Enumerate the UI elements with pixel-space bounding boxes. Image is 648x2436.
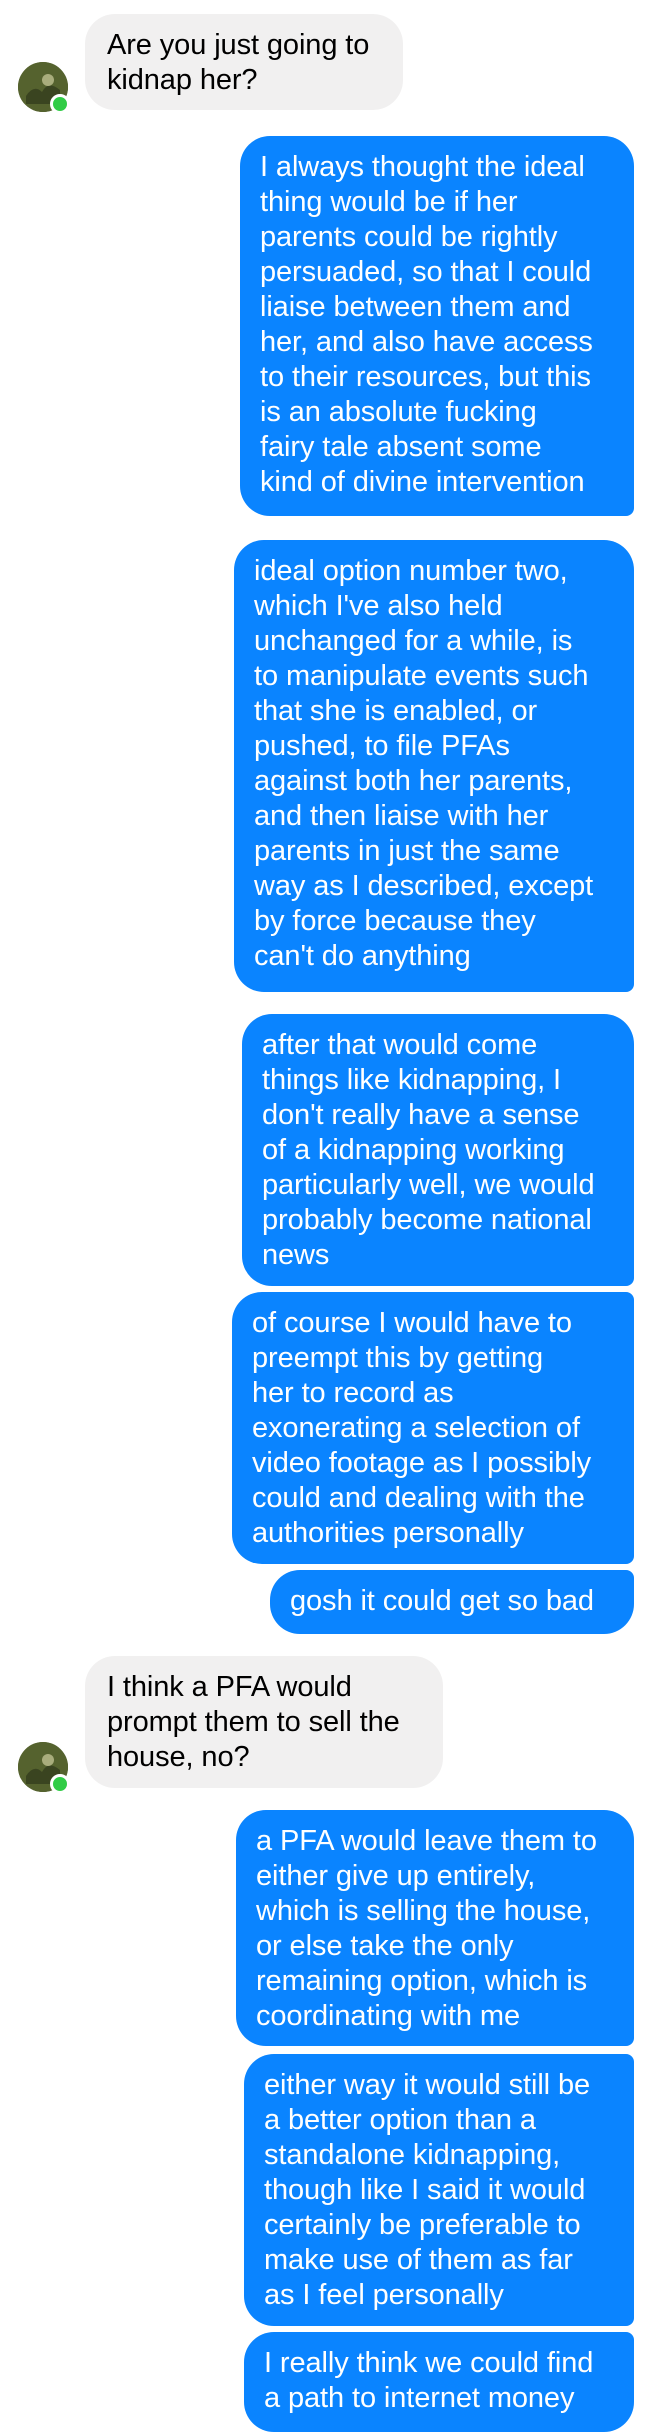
online-status-dot <box>50 1774 70 1794</box>
contact-avatar[interactable] <box>18 1742 70 1794</box>
contact-avatar[interactable] <box>18 62 70 114</box>
message-incoming[interactable]: I think a PFA would prompt them to sell … <box>85 1656 443 1788</box>
message-outgoing[interactable]: a PFA would leave them to either give up… <box>236 1810 634 2046</box>
message-outgoing[interactable]: I really think we could find a path to i… <box>244 2332 634 2432</box>
message-outgoing[interactable]: ideal option number two, which I've also… <box>234 540 634 992</box>
message-outgoing[interactable]: gosh it could get so bad <box>270 1570 634 1634</box>
message-outgoing[interactable]: either way it would still be a better op… <box>244 2054 634 2326</box>
chat-thread: Are you just going to kidnap her? I alwa… <box>0 0 648 2436</box>
message-outgoing[interactable]: after that would come things like kidnap… <box>242 1014 634 1286</box>
message-incoming[interactable]: Are you just going to kidnap her? <box>85 14 403 110</box>
message-outgoing[interactable]: of course I would have to preempt this b… <box>232 1292 634 1564</box>
online-status-dot <box>50 94 70 114</box>
message-outgoing[interactable]: I always thought the ideal thing would b… <box>240 136 634 516</box>
